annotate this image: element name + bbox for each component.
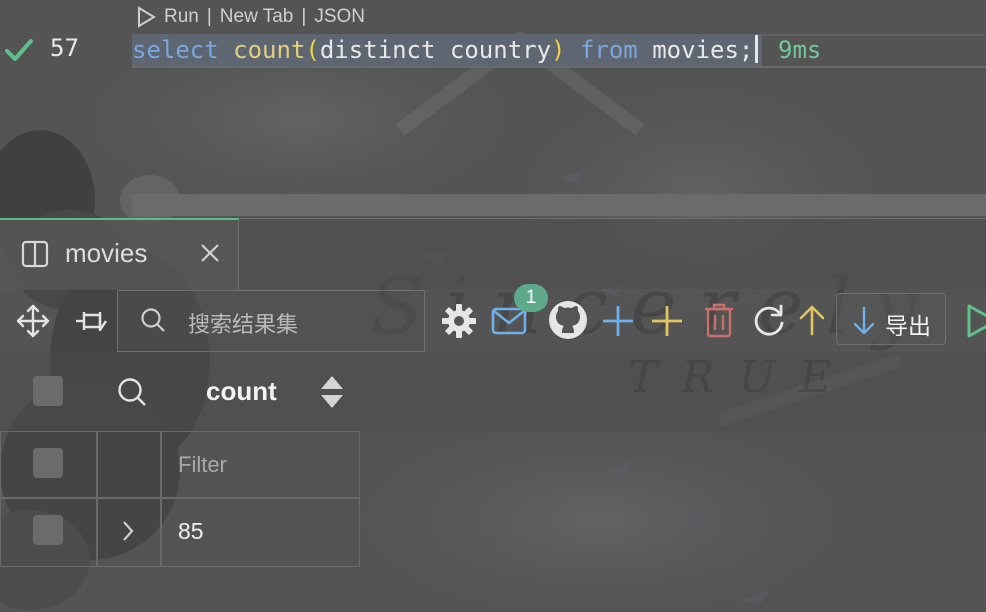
row-checkbox[interactable] [33, 515, 63, 545]
line-number: 57 [50, 34, 79, 62]
add-row-icon[interactable] [601, 304, 635, 338]
select-all-checkbox[interactable] [33, 376, 63, 406]
codelens-separator: | [301, 6, 307, 27]
horizontal-scrollbar[interactable] [132, 194, 986, 216]
notification-badge: 1 [514, 284, 548, 312]
sort-icon[interactable] [319, 374, 345, 410]
tab-label: movies [65, 238, 148, 268]
paren-open: ( [305, 36, 320, 64]
gear-icon[interactable] [441, 303, 477, 339]
split-panel-icon [21, 240, 49, 268]
pin-icon[interactable] [74, 306, 108, 336]
delete-icon[interactable] [703, 302, 735, 338]
codelens: Run | New Tab | JSON [136, 4, 365, 30]
filter-placeholder: Filter [178, 452, 227, 477]
keyword-select: select [132, 36, 219, 64]
chevron-right-icon[interactable] [121, 519, 135, 543]
codelens-new-tab[interactable]: New Tab [220, 6, 294, 28]
refresh-icon[interactable] [752, 303, 786, 337]
query-arguments: distinct country [319, 36, 552, 64]
run-codelens-icon[interactable] [136, 6, 156, 28]
run-icon[interactable] [966, 303, 986, 339]
filter-row-cell [96, 431, 162, 499]
cell-count-value: 85 [178, 518, 204, 544]
filter-row-checkbox[interactable] [33, 448, 63, 478]
download-icon [853, 306, 875, 335]
query-line[interactable]: select count(distinct country) from movi… [132, 34, 763, 66]
upload-icon[interactable] [798, 304, 826, 336]
export-label: 导出 [885, 313, 931, 339]
close-icon[interactable] [200, 243, 220, 263]
column-search-icon[interactable] [117, 377, 147, 407]
codelens-separator: | [206, 6, 212, 27]
search-icon [141, 308, 165, 332]
column-header-count[interactable]: count [206, 376, 277, 407]
search-placeholder: 搜索结果集 [188, 312, 299, 337]
move-icon[interactable] [16, 304, 50, 338]
paren-close: ) [551, 36, 566, 64]
line-highlight-border [132, 66, 986, 68]
github-icon[interactable] [548, 300, 588, 340]
grid-header [0, 352, 986, 432]
keyword-from: from [579, 36, 638, 64]
table-name: movies; [652, 36, 754, 64]
function-count: count [233, 36, 306, 64]
check-icon [5, 39, 33, 61]
add-column-icon[interactable] [650, 304, 684, 338]
codelens-json[interactable]: JSON [314, 6, 365, 28]
query-duration: 9ms [778, 36, 822, 64]
codelens-run[interactable]: Run [164, 6, 199, 28]
text-cursor [755, 35, 759, 63]
